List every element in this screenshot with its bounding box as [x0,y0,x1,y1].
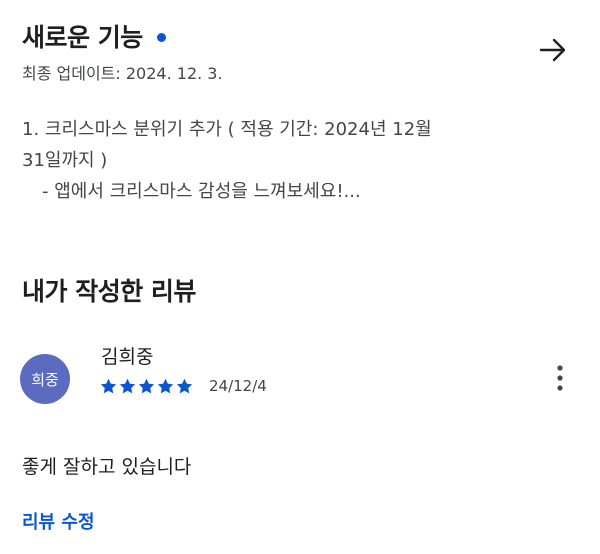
whats-new-section: 새로운 기능 최종 업데이트: 2024. 12. 3. 1. 크리스마스 분위… [0,0,600,250]
release-note-line: 31일까지 ) [22,150,108,171]
reviewer-name: 김희중 [101,346,154,368]
more-options-button[interactable] [548,361,572,395]
rating-row: 24/12/4 [100,377,267,395]
whats-new-title-row: 새로운 기능 [22,18,166,54]
avatar: 희중 [20,354,70,404]
release-note-line: 1. 크리스마스 분위기 추가 ( 적용 기간: 2024년 12월 [22,119,432,140]
review-date: 24/12/4 [209,377,267,395]
new-dot-icon [156,32,166,42]
release-notes: 1. 크리스마스 분위기 추가 ( 적용 기간: 2024년 12월 31일까지… [22,114,567,207]
star-icon [157,378,174,393]
star-icon [138,378,155,393]
edit-review-button[interactable]: 리뷰 수정 [22,508,95,534]
review-text: 좋게 잘하고 있습니다 [22,456,192,478]
my-review-heading: 내가 작성한 리뷰 [22,277,196,306]
release-note-line: - 앱에서 크리스마스 감성을 느껴보세요!... [42,181,361,202]
star-icon [176,378,193,393]
whats-new-title: 새로운 기능 [22,23,143,52]
more-vert-icon [557,365,563,391]
star-icon [100,378,117,393]
star-rating [100,378,193,395]
star-icon [119,378,136,393]
last-updated-text: 최종 업데이트: 2024. 12. 3. [22,64,223,83]
open-whats-new-button[interactable] [536,33,570,67]
arrow-right-icon [539,38,566,62]
